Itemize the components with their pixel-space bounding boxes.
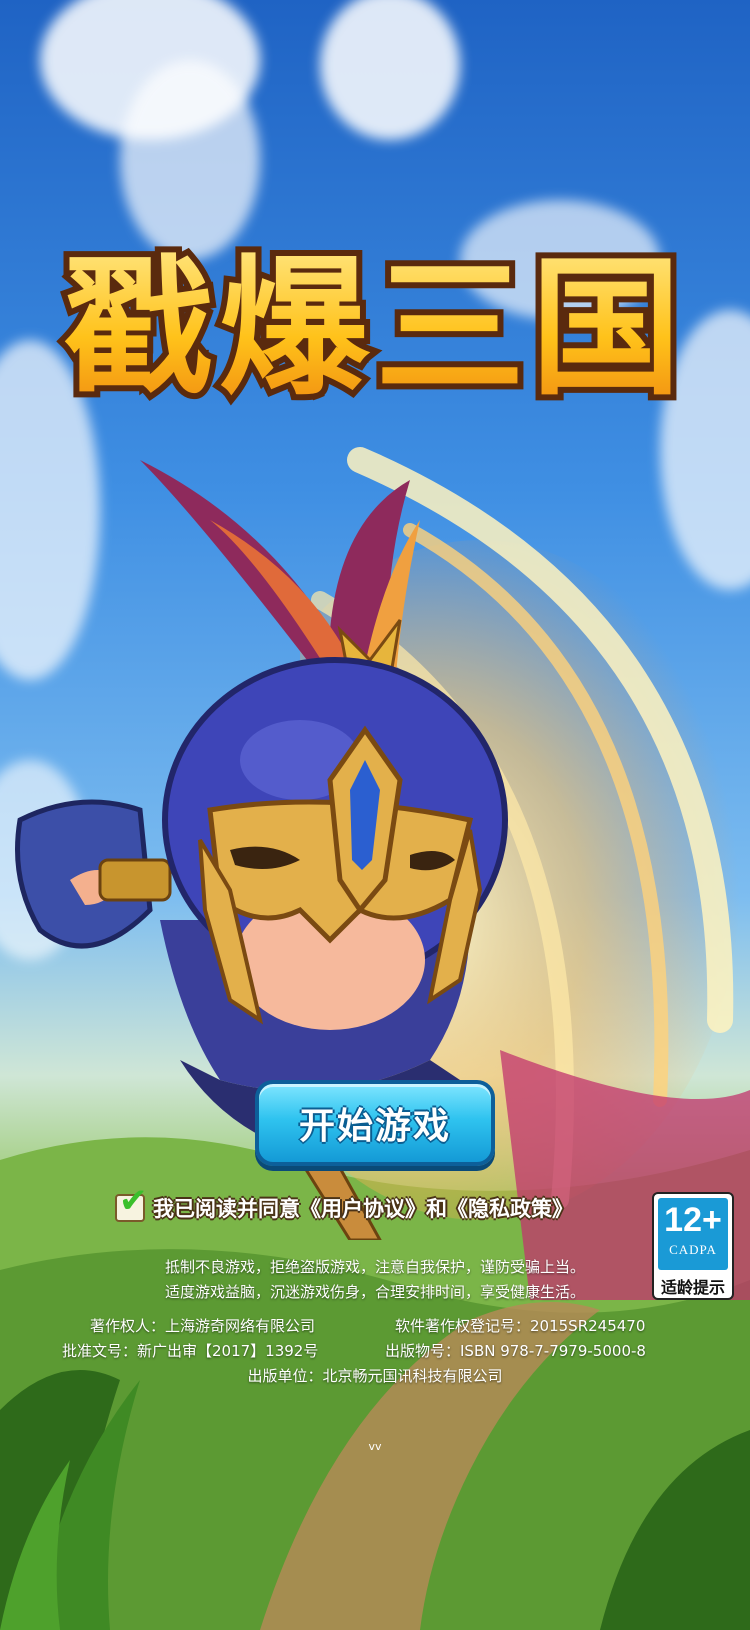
software-registration: 软件著作权登记号：2015SR245470 xyxy=(395,1317,646,1335)
health-notice-line-1: 抵制不良游戏，拒绝盗版游戏，注意自我保护，谨防受骗上当。 xyxy=(164,1258,585,1276)
agreement-prefix: 我已阅读并同意 xyxy=(153,1197,300,1221)
cloud xyxy=(320,0,460,140)
copyright-owner: 著作权人：上海游奇网络有限公司 xyxy=(90,1317,316,1335)
health-notice-line-2: 适度游戏益脑，沉迷游戏伤身，合理安排时间，享受健康生活。 xyxy=(164,1283,585,1301)
game-title-text: 戳爆三国 xyxy=(63,242,687,416)
agreement-conjunction: 和 xyxy=(426,1197,447,1221)
version-label: vv xyxy=(368,1440,382,1453)
publisher: 出版单位：北京畅元国讯科技有限公司 xyxy=(247,1367,503,1385)
splash-screen: 戳爆三国 开始游戏 ✔ 我已阅读并同意 《用户协议》 和 《隐私政策》 12+ … xyxy=(0,0,750,1630)
start-game-button[interactable]: 开始游戏 xyxy=(255,1080,495,1166)
checkmark-icon: ✔ xyxy=(119,1181,148,1221)
start-game-label: 开始游戏 xyxy=(298,1106,451,1147)
age-rating-value: 12+ xyxy=(664,1201,722,1239)
approval-number: 批准文号：新广出审【2017】1392号 xyxy=(62,1342,319,1360)
user-agreement-link[interactable]: 《用户协议》 xyxy=(300,1193,426,1223)
publication-number: 出版物号：ISBN 978-7-7979-5000-8 xyxy=(385,1342,646,1360)
game-title-logo: 戳爆三国 xyxy=(57,236,687,422)
agreement-checkbox[interactable]: ✔ xyxy=(115,1184,148,1222)
privacy-policy-link[interactable]: 《隐私政策》 xyxy=(447,1193,573,1223)
agreement-row: ✔ 我已阅读并同意 《用户协议》 和 《隐私政策》 xyxy=(115,1184,573,1228)
